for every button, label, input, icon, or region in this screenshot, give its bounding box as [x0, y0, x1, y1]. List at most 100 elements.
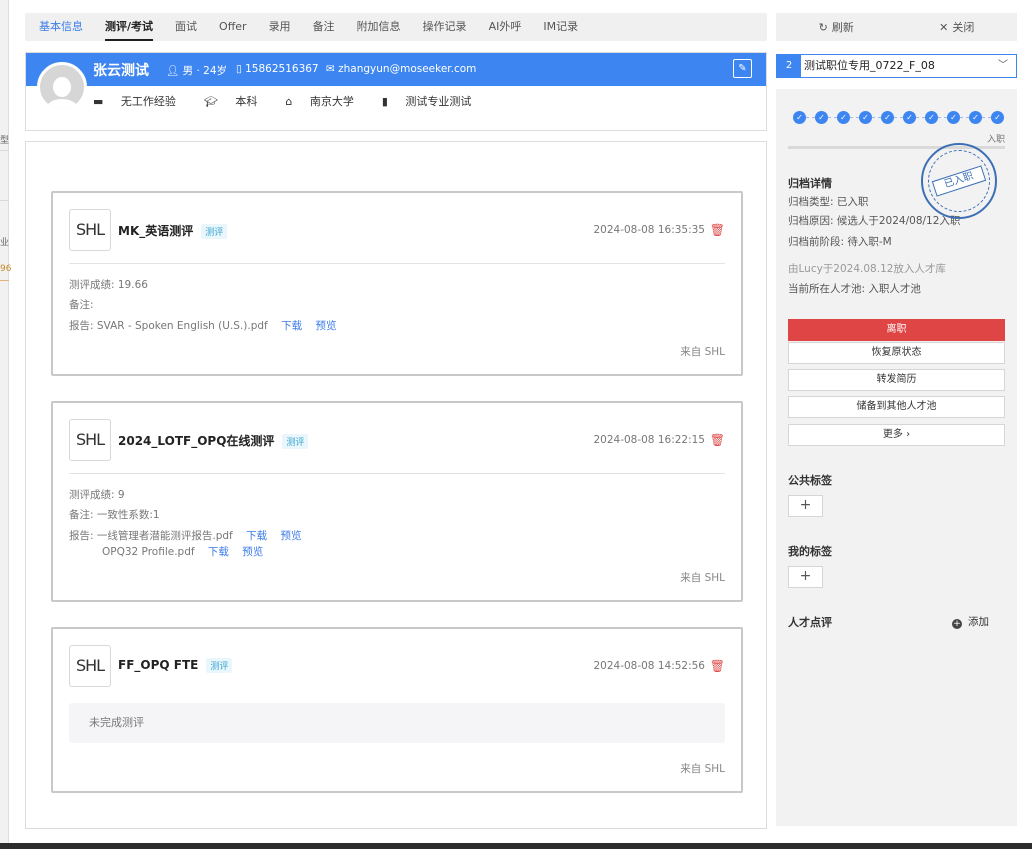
leave-button[interactable]: 离职 [788, 319, 1005, 341]
job-position-select[interactable]: 2 测试职位专用_0722_F_08 ﹀ [776, 54, 1017, 78]
download-link[interactable]: 下载 [208, 546, 229, 558]
experience: ▬ 无工作经验 [93, 95, 176, 108]
step-check-icon: ✓ [815, 111, 828, 124]
assessment-source: 来自 SHL [680, 763, 725, 775]
phone: ▯ 15862516367 [236, 63, 319, 75]
shl-logo: SHL [69, 419, 111, 461]
assessment-title: FF_OPQ FTE 测评 [118, 658, 233, 673]
major: ▮ 测试专业测试 [381, 95, 472, 108]
close-button[interactable]: ✕ 关闭 [897, 19, 1018, 35]
add-public-tag-button[interactable]: + [788, 495, 823, 517]
my-tags-title: 我的标签 [788, 545, 832, 558]
step-check-icon: ✓ [859, 111, 872, 124]
tab-ai-call[interactable]: AI外呼 [489, 13, 522, 41]
chevron-down-icon: ﹀ [998, 60, 1008, 71]
preview-link[interactable]: 预览 [280, 530, 301, 542]
delete-icon[interactable]: 🗑︎ [710, 223, 725, 237]
shl-logo: SHL [69, 209, 111, 251]
assessment-card: SHL FF_OPQ FTE 测评 2024-08-08 14:52:56 🗑︎ … [51, 627, 743, 793]
more-button[interactable]: 更多 › [788, 424, 1005, 446]
report-file: OPQ32 Profile.pdf [102, 546, 195, 558]
archive-type: 归档类型: 已入职 [788, 196, 869, 208]
edge-text: 业 [0, 238, 10, 248]
restore-status-button[interactable]: 恢复原状态 [788, 342, 1005, 364]
refresh-icon: ↻ [818, 21, 828, 34]
edge-divider [0, 280, 9, 281]
step-check-icon: ✓ [837, 111, 850, 124]
forward-resume-button[interactable]: 转发简历 [788, 369, 1005, 391]
delete-icon[interactable]: 🗑︎ [710, 433, 725, 447]
candidate-profile-card: 张云测试 👤︎ 男 · 24岁 ▯ 15862516367 ✉ zhangyun… [25, 52, 767, 131]
assessment-source: 来自 SHL [680, 572, 725, 584]
edge-divider [0, 150, 9, 151]
plus-icon: + [799, 497, 812, 513]
bottom-bar [0, 843, 1032, 849]
tab-im-records[interactable]: IM记录 [543, 13, 578, 41]
edge-divider [0, 200, 9, 201]
current-stage-label: 入职 [986, 135, 1005, 145]
tab-notes[interactable]: 备注 [313, 13, 335, 41]
action-bar: ↻ 刷新 ✕ 关闭 [776, 13, 1017, 41]
chevron-right-icon: › [906, 429, 911, 440]
tab-interview[interactable]: 面试 [175, 13, 197, 41]
hired-stamp: 已入职 [921, 143, 997, 219]
avatar [37, 62, 87, 112]
edit-profile-button[interactable]: ✎ [733, 59, 752, 78]
mail-icon: ✉ [326, 63, 339, 75]
tab-extra-info[interactable]: 附加信息 [357, 13, 401, 41]
plus-circle-icon: + [952, 619, 962, 629]
step-check-icon: ✓ [969, 111, 982, 124]
step-check-icon: ✓ [881, 111, 894, 124]
talent-review-title: 人才点评 [788, 616, 832, 629]
book-icon: ▮ [381, 95, 392, 108]
assessment-report: 报告: SVAR - Spoken English (U.S.).pdf 下载 … [69, 320, 337, 332]
close-icon: ✕ [939, 21, 949, 34]
add-my-tag-button[interactable]: + [788, 566, 823, 588]
assessment-source: 来自 SHL [680, 346, 725, 358]
step-check-icon: ✓ [925, 111, 938, 124]
refresh-button[interactable]: ↻ 刷新 [776, 19, 897, 35]
assessment-title: MK_英语测评 测评 [118, 222, 228, 239]
report-file: SVAR - Spoken English (U.S.).pdf [96, 320, 268, 332]
email: ✉ zhangyun@moseeker.com [326, 63, 477, 75]
download-link[interactable]: 下载 [281, 320, 302, 332]
tab-basic-info[interactable]: 基本信息 [39, 13, 83, 41]
assessment-list: SHL MK_英语测评 测评 2024-08-08 16:35:35 🗑︎ 测评成… [25, 141, 767, 829]
archive-prev-stage: 归档前阶段: 待入职-M [788, 236, 892, 248]
preview-link[interactable]: 预览 [242, 546, 263, 558]
step-check-icon: ✓ [793, 111, 806, 124]
tab-hire[interactable]: 录用 [269, 13, 291, 41]
degree: 🎓︎ 本科 [203, 95, 258, 108]
job-index-badge: 2 [777, 55, 801, 77]
tab-offer[interactable]: Offer [219, 13, 247, 41]
archive-details-title: 归档详情 [788, 177, 832, 190]
edge-text: 型 [0, 136, 10, 146]
download-link[interactable]: 下载 [246, 530, 267, 542]
assessment-remark: 备注: [69, 299, 94, 311]
report-file: 一线管理者潜能测评报告.pdf [96, 530, 233, 542]
archive-reason: 归档原因: 候选人于2024/08/12入职 [788, 215, 961, 227]
edge-text: 96 [0, 264, 12, 274]
add-review-button[interactable]: + 添加 [952, 614, 989, 629]
step-check-icon: ✓ [903, 111, 916, 124]
briefcase-icon: ▬ [93, 95, 107, 108]
assessment-card: SHL 2024_LOTF_OPQ在线测评 测评 2024-08-08 16:22… [51, 401, 743, 602]
gender-age: 👤︎ 男 · 24岁 [166, 65, 228, 77]
edit-icon: ✎ [738, 63, 747, 74]
assessment-time: 2024-08-08 16:22:15 [593, 434, 705, 446]
divider [69, 263, 725, 264]
tab-assessment[interactable]: 测评/考试 [105, 13, 154, 41]
assessment-title: 2024_LOTF_OPQ在线测评 测评 [118, 432, 309, 449]
store-to-pool-button[interactable]: 储备到其他人才池 [788, 396, 1005, 418]
assessment-tag: 测评 [282, 434, 309, 449]
assessment-tag: 测评 [201, 224, 228, 239]
preview-link[interactable]: 预览 [315, 320, 336, 332]
status-panel: ✓ ✓ ✓ ✓ ✓ ✓ ✓ ✓ ✓ ✓ 入职 归档详情 归档类型: 已入职 归档… [776, 89, 1017, 826]
talent-pool: 当前所在人才池: 入职人才池 [788, 283, 921, 295]
delete-icon[interactable]: 🗑︎ [710, 659, 725, 673]
assessment-report-2: OPQ32 Profile.pdf 下载 预览 [102, 544, 263, 559]
tab-operation-log[interactable]: 操作记录 [423, 13, 467, 41]
plus-icon: + [799, 568, 812, 584]
step-check-icon: ✓ [991, 111, 1004, 124]
public-tags-title: 公共标签 [788, 474, 832, 487]
